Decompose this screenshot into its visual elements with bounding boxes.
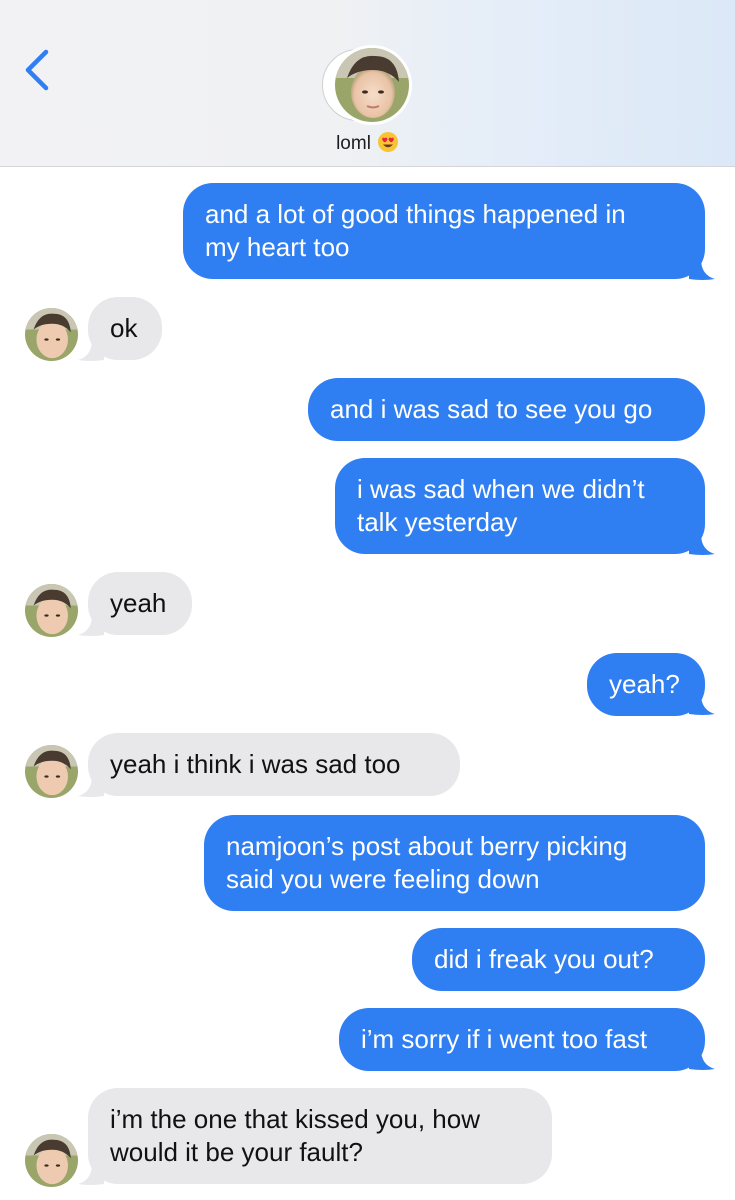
message-text: and a lot of good things happened in <box>205 199 626 229</box>
sender-avatar[interactable] <box>25 745 78 798</box>
sent-message-bubble[interactable]: yeah? <box>587 653 705 716</box>
message-text: i’m sorry if i went too fast <box>361 1024 648 1054</box>
conversation-header: loml <box>0 0 735 167</box>
sent-message-bubble[interactable]: and i was sad to see you go <box>308 378 705 441</box>
received-message-bubble[interactable]: yeah i think i was sad too <box>88 733 460 796</box>
sent-message-bubble[interactable]: i’m sorry if i went too fast <box>339 1008 705 1071</box>
contact-avatar-group[interactable] <box>322 45 414 125</box>
messages-screen: loml and a lot of good things happened i… <box>0 0 735 1200</box>
sent-message-bubble[interactable]: did i freak you out? <box>412 928 705 991</box>
contact-name-row[interactable]: loml <box>0 130 735 158</box>
sent-message-bubble[interactable]: and a lot of good things happened in my … <box>183 183 705 279</box>
message-text: ok <box>110 313 138 343</box>
contact-avatar <box>332 45 412 125</box>
sent-message-bubble[interactable]: namjoon’s post about berry picking said … <box>204 815 705 911</box>
received-message-bubble[interactable]: i’m the one that kissed you, how would i… <box>88 1088 552 1184</box>
message-text: my heart too <box>205 232 350 262</box>
heart-eyes-emoji-icon <box>377 131 399 153</box>
sender-avatar[interactable] <box>25 1134 78 1187</box>
message-text: yeah <box>110 588 167 618</box>
sender-avatar[interactable] <box>25 308 78 361</box>
message-text: yeah? <box>609 669 680 699</box>
contact-info[interactable]: loml <box>0 0 735 166</box>
message-text: namjoon’s post about berry picking <box>226 831 628 861</box>
message-text: said you were feeling down <box>226 864 540 894</box>
sender-avatar[interactable] <box>25 584 78 637</box>
message-text: and i was sad to see you go <box>330 394 653 424</box>
contact-name: loml <box>336 133 371 154</box>
message-text: did i freak you out? <box>434 944 654 974</box>
message-text: would it be your fault? <box>110 1137 363 1167</box>
sent-message-bubble[interactable]: i was sad when we didn’t talk yesterday <box>335 458 705 554</box>
message-text: talk yesterday <box>357 507 518 537</box>
message-text: i was sad when we didn’t <box>357 474 645 504</box>
message-text: i’m the one that kissed you, how <box>110 1104 480 1134</box>
message-text: yeah i think i was sad too <box>110 749 401 779</box>
